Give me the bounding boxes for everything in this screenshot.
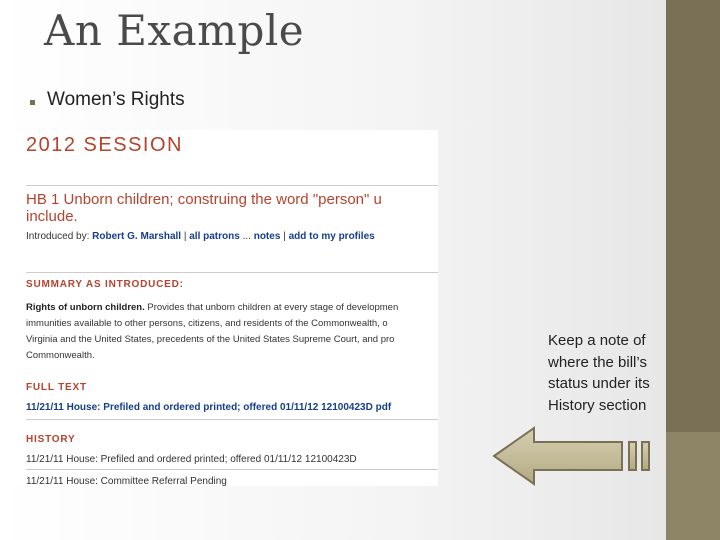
divider <box>26 272 438 273</box>
bullet-womens-rights: Women’s Rights <box>47 89 185 110</box>
notes-link[interactable]: notes <box>254 231 281 242</box>
left-arrow-icon <box>492 426 650 486</box>
all-patrons-link[interactable]: all patrons <box>189 231 240 242</box>
introduced-label: Introduced by: <box>26 231 90 242</box>
divider <box>26 419 438 420</box>
note-line: History section <box>548 396 647 414</box>
introduced-by-row: Introduced by: Robert G. Marshall | all … <box>26 231 375 242</box>
history-item: 11/21/11 House: Prefiled and ordered pri… <box>26 454 357 465</box>
summary-text: Rights of unborn children. Provides that… <box>26 300 398 364</box>
bullet-marker <box>30 100 35 105</box>
session-heading: 2012 SESSION <box>26 134 183 156</box>
summary-line1: Provides that unborn children at every s… <box>144 302 399 313</box>
full-text-heading: FULL TEXT <box>26 382 87 393</box>
divider <box>26 185 438 186</box>
separator: | <box>183 231 187 242</box>
summary-bold: Rights of unborn children. <box>26 302 145 313</box>
ellipsis: ... <box>242 231 251 242</box>
annotation-note: Keep a note of where the bill’s status u… <box>548 330 650 416</box>
bill-title-line1: HB 1 Unborn children; construing the wor… <box>26 191 382 208</box>
patron-link[interactable]: Robert G. Marshall <box>92 231 181 242</box>
history-item: 11/21/11 House: Committee Referral Pendi… <box>26 476 227 486</box>
slide-title: An Example <box>44 6 305 55</box>
summary-heading: SUMMARY AS INTRODUCED: <box>26 279 184 290</box>
summary-line3: Virginia and the United States, preceden… <box>26 334 395 345</box>
summary-line2: immunities available to other persons, c… <box>26 318 388 329</box>
full-text-link[interactable]: 11/21/11 House: Prefiled and ordered pri… <box>26 402 391 413</box>
bill-title-line2: include. <box>26 208 78 225</box>
note-line: status under its <box>548 375 650 392</box>
add-to-profiles-link[interactable]: add to my profiles <box>289 231 375 242</box>
note-line: Keep a note of <box>548 332 646 349</box>
bill-screenshot: 2012 SESSION HB 1 Unborn children; const… <box>12 130 438 486</box>
separator: | <box>283 231 286 242</box>
note-line: where the bill’s <box>548 353 647 371</box>
decorative-side-bar-lower <box>666 432 720 540</box>
divider <box>26 469 438 470</box>
bill-title: HB 1 Unborn children; construing the wor… <box>26 191 382 225</box>
history-heading: HISTORY <box>26 434 76 445</box>
summary-line4: Commonwealth. <box>26 350 95 361</box>
